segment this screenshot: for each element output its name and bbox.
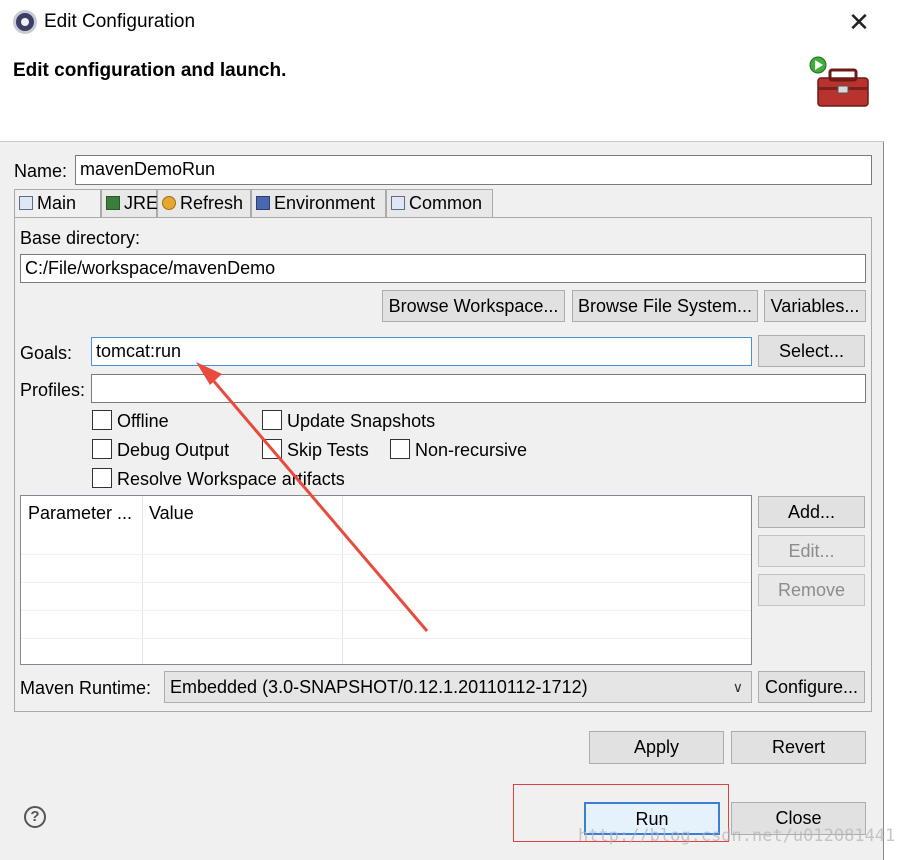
resolve-workspace-label: Resolve Workspace artifacts	[117, 469, 345, 489]
title-bar: Edit Configuration ✕	[0, 0, 884, 44]
skip-tests-label: Skip Tests	[287, 440, 369, 460]
edit-configuration-dialog: Edit Configuration ✕ Edit configuration …	[0, 0, 884, 860]
variables-button[interactable]: Variables...	[764, 290, 866, 322]
table-row	[21, 638, 751, 639]
parameters-table[interactable]: Parameter ... Value	[20, 495, 752, 665]
select-goals-button[interactable]: Select...	[758, 335, 865, 367]
eclipse-icon	[13, 10, 37, 34]
tab-main[interactable]: Main	[14, 189, 101, 218]
tab-common[interactable]: Common	[386, 189, 493, 217]
base-directory-input[interactable]: C:/File/workspace/mavenDemo	[20, 254, 866, 283]
tab-jre-label: JRE	[124, 193, 159, 213]
banner-title: Edit configuration and launch.	[13, 60, 287, 81]
refresh-icon	[162, 196, 176, 210]
browse-workspace-button[interactable]: Browse Workspace...	[382, 290, 565, 322]
skip-tests-checkbox[interactable]	[262, 439, 282, 459]
configure-button[interactable]: Configure...	[758, 671, 865, 703]
close-icon[interactable]: ✕	[843, 6, 875, 38]
non-recursive-checkbox[interactable]	[390, 439, 410, 459]
update-snapshots-checkbox[interactable]	[262, 410, 282, 430]
maven-runtime-value: Embedded (3.0-SNAPSHOT/0.12.1.20110112-1…	[170, 677, 588, 697]
window-title: Edit Configuration	[44, 11, 196, 32]
name-label: Name:	[14, 161, 68, 181]
profiles-input[interactable]	[91, 374, 866, 403]
jre-icon	[106, 196, 120, 210]
debug-output-checkbox[interactable]	[92, 439, 112, 459]
table-row	[21, 582, 751, 583]
chevron-down-icon: ∨	[732, 679, 743, 695]
tab-refresh-label: Refresh	[180, 193, 244, 213]
update-snapshots-label: Update Snapshots	[287, 411, 436, 431]
watermark-text: http://blog.csdn.net/u012081441	[578, 826, 896, 846]
tab-common-label: Common	[409, 193, 483, 213]
toolbox-launch-icon	[809, 56, 869, 107]
column-header-parameter[interactable]: Parameter ...	[21, 496, 142, 530]
table-row	[21, 554, 751, 555]
add-button[interactable]: Add...	[758, 496, 865, 528]
remove-button[interactable]: Remove	[758, 574, 865, 606]
edit-button[interactable]: Edit...	[758, 535, 865, 567]
tab-environment[interactable]: Environment	[251, 189, 386, 217]
browse-file-system-button[interactable]: Browse File System...	[572, 290, 758, 322]
non-recursive-label: Non-recursive	[415, 440, 528, 460]
goals-label: Goals:	[20, 343, 73, 363]
debug-output-label: Debug Output	[117, 440, 230, 460]
revert-button[interactable]: Revert	[731, 731, 866, 764]
tab-main-label: Main	[37, 193, 77, 213]
table-row	[21, 610, 751, 611]
profiles-label: Profiles:	[20, 380, 86, 400]
common-icon	[391, 196, 405, 210]
apply-button[interactable]: Apply	[589, 731, 724, 764]
offline-label: Offline	[117, 411, 169, 431]
name-input[interactable]: mavenDemoRun	[75, 155, 872, 185]
tab-refresh[interactable]: Refresh	[157, 189, 251, 217]
main-tab-icon	[19, 196, 33, 210]
maven-runtime-select[interactable]: Embedded (3.0-SNAPSHOT/0.12.1.20110112-1…	[164, 671, 752, 703]
resolve-workspace-checkbox[interactable]	[92, 468, 112, 488]
background-window-edge	[884, 0, 899, 860]
maven-runtime-label: Maven Runtime:	[20, 678, 152, 698]
tab-jre[interactable]: JRE	[101, 189, 159, 217]
tab-environment-label: Environment	[274, 193, 376, 213]
base-directory-label: Base directory:	[20, 228, 141, 248]
dialog-banner: Edit configuration and launch.	[0, 44, 884, 142]
environment-icon	[256, 196, 270, 210]
column-header-value[interactable]: Value	[142, 496, 342, 530]
goals-input[interactable]: tomcat:run	[91, 337, 752, 366]
help-icon[interactable]: ?	[24, 806, 46, 828]
offline-checkbox[interactable]	[92, 410, 112, 430]
